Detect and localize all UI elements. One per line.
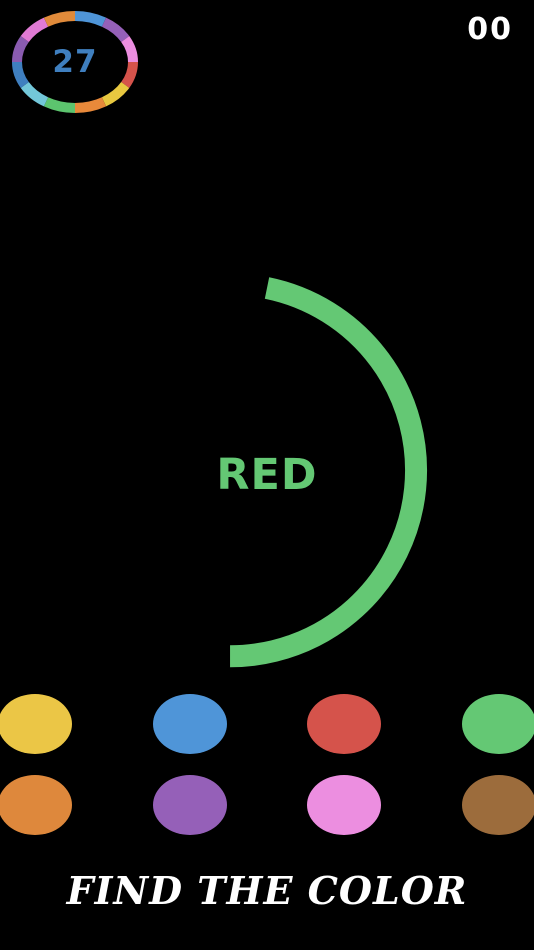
timer-value: 27 [52, 44, 98, 80]
game-title: FIND THE COLOR [66, 868, 468, 913]
color-swatch-purple[interactable] [153, 775, 227, 835]
color-swatch-red[interactable] [307, 694, 381, 754]
color-swatch-brown[interactable] [462, 775, 534, 835]
color-swatch-blue[interactable] [153, 694, 227, 754]
color-swatch-orange[interactable] [0, 775, 72, 835]
color-swatch-green[interactable] [462, 694, 534, 754]
timer: 27 [10, 9, 140, 115]
color-swatch-yellow[interactable] [0, 694, 72, 754]
color-word: RED [216, 450, 318, 500]
color-swatch-pink[interactable] [307, 775, 381, 835]
score-counter: 00 [467, 12, 513, 47]
